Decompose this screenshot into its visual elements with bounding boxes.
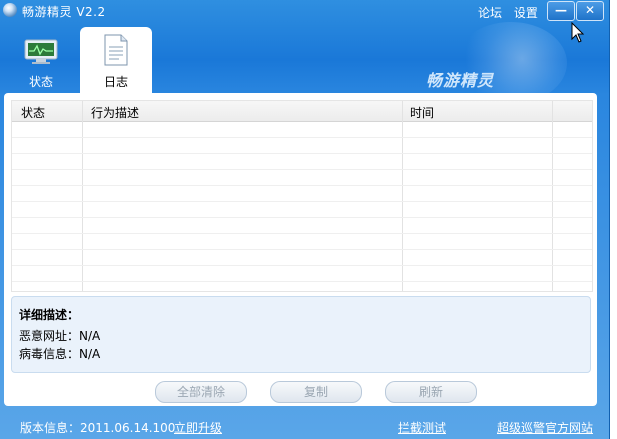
clear-all-button[interactable]: 全部清除 [155, 381, 247, 403]
table-row [12, 185, 592, 186]
close-button[interactable]: ✕ [576, 1, 604, 21]
window-title: 畅游精灵 V2.2 [22, 5, 106, 19]
minimize-button[interactable]: — [547, 1, 575, 21]
tab-log[interactable]: 日志 [80, 27, 152, 93]
column-time[interactable]: 时间 [410, 104, 434, 121]
log-panel: 状态 行为描述 时间 详细描述： 恶意网址：N/A 病毒信息：N/A [4, 93, 597, 406]
column-divider [552, 101, 553, 291]
title-links: 论坛 设置 [478, 4, 546, 21]
table-row [12, 137, 592, 138]
settings-link[interactable]: 设置 [514, 6, 538, 20]
version-info: 版本信息：2011.06.14.100 [20, 421, 176, 435]
detail-box: 详细描述： 恶意网址：N/A 病毒信息：N/A [11, 296, 591, 373]
table-row [12, 233, 592, 234]
tab-status-label: 状态 [28, 75, 53, 89]
log-table: 状态 行为描述 时间 [11, 100, 593, 292]
column-status[interactable]: 状态 [21, 104, 45, 121]
tab-log-label: 日志 [103, 75, 128, 89]
column-divider [82, 101, 83, 291]
detail-title: 详细描述： [19, 308, 80, 322]
table-header: 状态 行为描述 时间 [12, 101, 592, 122]
official-site-link[interactable]: 超级巡警官方网站 [497, 419, 593, 436]
copy-button[interactable]: 复制 [270, 381, 362, 403]
status-bar: 版本信息：2011.06.14.100 立即升级 拦截测试 超级巡警官方网站 [0, 413, 609, 439]
upgrade-link[interactable]: 立即升级 [174, 419, 222, 436]
table-row [12, 201, 592, 202]
intercept-test-link[interactable]: 拦截测试 [398, 419, 446, 436]
column-description[interactable]: 行为描述 [91, 104, 139, 121]
table-row [12, 249, 592, 250]
tab-status[interactable]: 状态 [5, 27, 77, 93]
forum-link[interactable]: 论坛 [478, 6, 502, 20]
decorative-globe [455, 22, 567, 104]
mouse-cursor-icon [571, 22, 585, 43]
table-row [12, 281, 592, 282]
table-row [12, 265, 592, 266]
monitor-icon [24, 39, 58, 64]
brand-watermark: 畅游精灵 [426, 71, 495, 90]
app-window: 畅游精灵 V2.2 论坛 设置 — ✕ 畅游精灵 状态 日志 状态 行为描述 时… [0, 0, 610, 439]
refresh-button[interactable]: 刷新 [385, 381, 477, 403]
document-icon [104, 34, 128, 66]
table-row [12, 217, 592, 218]
app-logo-icon [3, 3, 17, 17]
virus-info-value: 病毒信息：N/A [19, 347, 101, 361]
table-row [12, 169, 592, 170]
table-row [12, 153, 592, 154]
column-divider [402, 101, 403, 291]
title-bar: 畅游精灵 V2.2 论坛 设置 — ✕ [0, 0, 609, 22]
malicious-url-value: 恶意网址：N/A [19, 329, 101, 343]
